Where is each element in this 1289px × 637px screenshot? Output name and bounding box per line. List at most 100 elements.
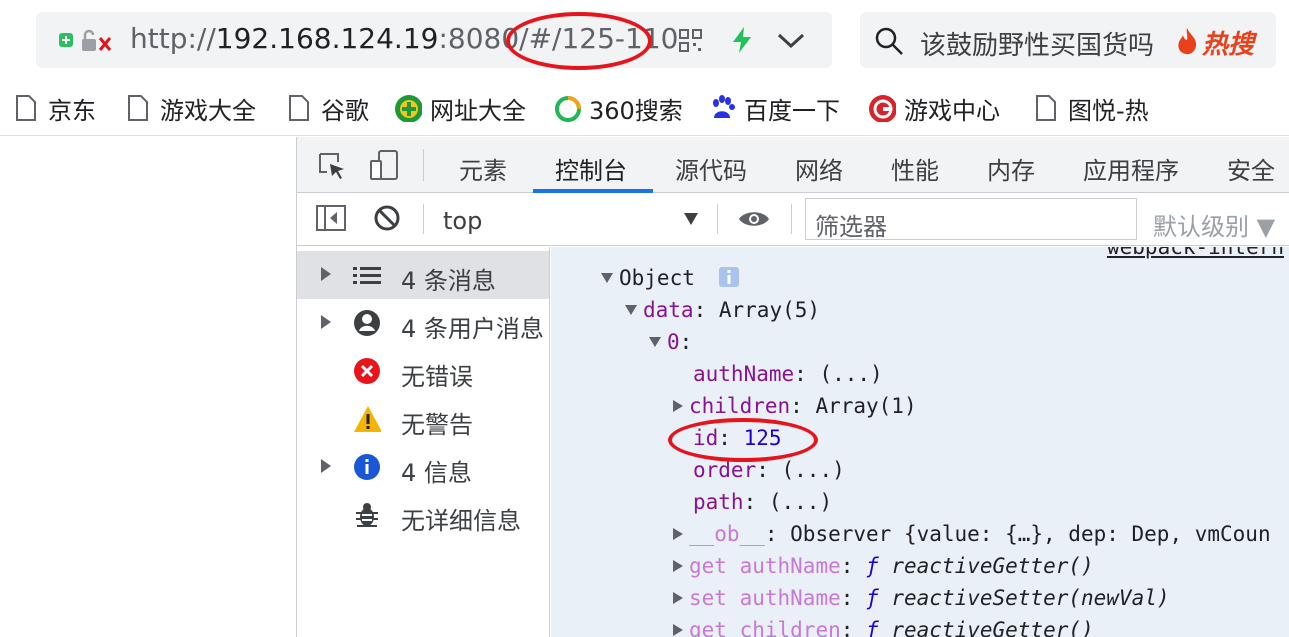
tab-memory[interactable]: 内存 xyxy=(987,151,1035,186)
sidebar-item-label: 无错误 xyxy=(401,363,473,391)
console-output: webpack-intern Object data: Array(5) 0: … xyxy=(551,247,1289,637)
function-name: reactiveGetter() xyxy=(891,554,1094,578)
collapse-arrow-icon[interactable] xyxy=(625,305,637,315)
devtools-tab-bar: 元素 控制台 源代码 网络 性能 内存 应用程序 安全 xyxy=(297,137,1289,193)
expand-arrow-icon[interactable] xyxy=(673,560,683,572)
prop-key: children xyxy=(739,618,841,637)
info-badge-icon[interactable] xyxy=(718,266,740,288)
chevron-down-icon[interactable] xyxy=(777,32,805,50)
warning-icon xyxy=(354,406,381,432)
bookmark-tuyue[interactable]: 图悦-热 xyxy=(1032,92,1149,125)
prop-key: authName xyxy=(693,362,795,386)
url-path: :8080/#/125-110 xyxy=(438,22,679,55)
expand-arrow-icon[interactable] xyxy=(321,267,331,281)
sidebar-item-errors[interactable]: 无错误 xyxy=(297,347,549,395)
bookmark-hao[interactable]: 网址大全 xyxy=(394,92,526,125)
expand-arrow-icon[interactable] xyxy=(673,624,683,636)
plus-circle-icon xyxy=(395,95,422,122)
divider xyxy=(791,204,792,234)
object-node[interactable]: Object xyxy=(601,266,740,290)
prop-children[interactable]: children: Array(1) xyxy=(673,394,917,418)
sidebar-toggle-icon[interactable] xyxy=(315,204,347,232)
tab-network[interactable]: 网络 xyxy=(795,151,843,186)
bookmark-label: 京东 xyxy=(48,96,96,125)
sidebar-item-label: 4 条用户消息 xyxy=(401,315,544,343)
expand-arrow-icon[interactable] xyxy=(673,592,683,604)
prop-value: (...) xyxy=(781,458,845,482)
sidebar-item-verbose[interactable]: 无详细信息 xyxy=(297,491,549,539)
accessor-keyword: get xyxy=(689,554,727,578)
prop-authName[interactable]: authName: (...) xyxy=(693,362,883,386)
inspect-element-icon[interactable] xyxy=(317,151,347,181)
source-link[interactable]: webpack-intern xyxy=(1107,247,1284,259)
prop-order[interactable]: order: (...) xyxy=(693,458,845,482)
prop-ob[interactable]: __ob__: Observer {value: {…}, dep: Dep, … xyxy=(673,522,1271,546)
tab-console[interactable]: 控制台 xyxy=(555,151,627,186)
expand-arrow-icon[interactable] xyxy=(321,315,331,329)
getter-children[interactable]: get children: ƒ reactiveGetter() xyxy=(673,618,1094,637)
prop-key: __ob__ xyxy=(689,522,765,546)
page-icon xyxy=(128,95,148,121)
sidebar-item-messages[interactable]: 4 条消息 xyxy=(297,251,549,299)
sidebar-item-label: 4 条消息 xyxy=(401,267,496,295)
active-tab-indicator xyxy=(533,189,653,193)
prop-index-0[interactable]: 0: xyxy=(649,330,692,354)
expand-arrow-icon[interactable] xyxy=(673,528,683,540)
url-scheme: http:// xyxy=(130,22,216,55)
page-icon xyxy=(289,95,309,121)
url-text[interactable]: http://192.168.124.19:8080/#/125-110 xyxy=(130,22,678,55)
tab-sources[interactable]: 源代码 xyxy=(675,151,747,186)
flame-icon xyxy=(1178,28,1197,55)
bookmark-baidu[interactable]: 百度一下 xyxy=(708,92,840,125)
tab-security[interactable]: 安全 xyxy=(1227,151,1275,186)
collapse-arrow-icon[interactable] xyxy=(601,273,613,283)
object-label: Object xyxy=(619,266,695,290)
bookmark-label: 360搜索 xyxy=(589,96,683,125)
game-g-icon xyxy=(869,95,896,122)
tab-application[interactable]: 应用程序 xyxy=(1083,151,1179,186)
expand-arrow-icon[interactable] xyxy=(673,400,683,412)
insecure-lock-icon[interactable] xyxy=(80,28,114,54)
prop-value: (...) xyxy=(768,490,833,514)
eye-icon[interactable] xyxy=(737,208,771,230)
setter-authName[interactable]: set authName: ƒ reactiveSetter(newVal) xyxy=(673,586,1170,610)
qr-code-icon[interactable] xyxy=(679,29,703,53)
bookmark-game-center[interactable]: 游戏中心 xyxy=(868,92,1000,125)
shield-plus-icon xyxy=(59,33,73,47)
sidebar-item-user-messages[interactable]: 4 条用户消息 xyxy=(297,299,549,347)
user-icon xyxy=(354,310,380,336)
bookmark-google[interactable]: 谷歌 xyxy=(285,92,369,125)
expand-arrow-icon[interactable] xyxy=(321,459,331,473)
prop-data[interactable]: data: Array(5) xyxy=(625,298,820,322)
bookmark-jd[interactable]: 京东 xyxy=(12,92,96,125)
console-toolbar: top 筛选器 默认级别 ▼ xyxy=(297,194,1289,246)
divider xyxy=(717,204,718,234)
prop-key: 0 xyxy=(667,330,680,354)
bookmark-label: 游戏大全 xyxy=(160,96,256,125)
dropdown-arrow-icon[interactable] xyxy=(683,212,699,226)
context-selector[interactable]: top xyxy=(443,207,482,235)
filter-placeholder: 筛选器 xyxy=(815,213,887,241)
sidebar-item-info[interactable]: 4 信息 xyxy=(297,443,549,491)
function-symbol: ƒ xyxy=(866,554,879,578)
tab-performance[interactable]: 性能 xyxy=(891,151,939,186)
collapse-arrow-icon[interactable] xyxy=(649,337,661,347)
getter-authName[interactable]: get authName: ƒ reactiveGetter() xyxy=(673,554,1094,578)
lightning-icon[interactable] xyxy=(730,26,754,54)
prop-value: Array(1) xyxy=(815,394,917,418)
info-icon xyxy=(354,454,380,480)
sidebar-item-warnings[interactable]: 无警告 xyxy=(297,395,549,443)
search-suggestion[interactable]: 该鼓励野性买国货吗 xyxy=(920,25,1154,62)
hot-search-label[interactable]: 热搜 xyxy=(1202,24,1254,61)
bookmark-360[interactable]: 360搜索 xyxy=(553,92,683,125)
prop-id[interactable]: id: 125 xyxy=(693,426,782,450)
clear-console-icon[interactable] xyxy=(373,204,401,232)
prop-path[interactable]: path: (...) xyxy=(693,490,832,514)
bookmark-games[interactable]: 游戏大全 xyxy=(124,92,256,125)
bookmark-label: 谷歌 xyxy=(321,96,369,125)
tab-elements[interactable]: 元素 xyxy=(459,151,507,186)
device-toolbar-icon[interactable] xyxy=(369,149,401,181)
bookmarks-bar: 京东 游戏大全 谷歌 网址大全 360搜索 百度一下 游戏中心 图悦-热 xyxy=(0,80,1289,136)
error-icon xyxy=(354,358,380,384)
log-level-dropdown[interactable]: 默认级别 ▼ xyxy=(1153,207,1275,242)
